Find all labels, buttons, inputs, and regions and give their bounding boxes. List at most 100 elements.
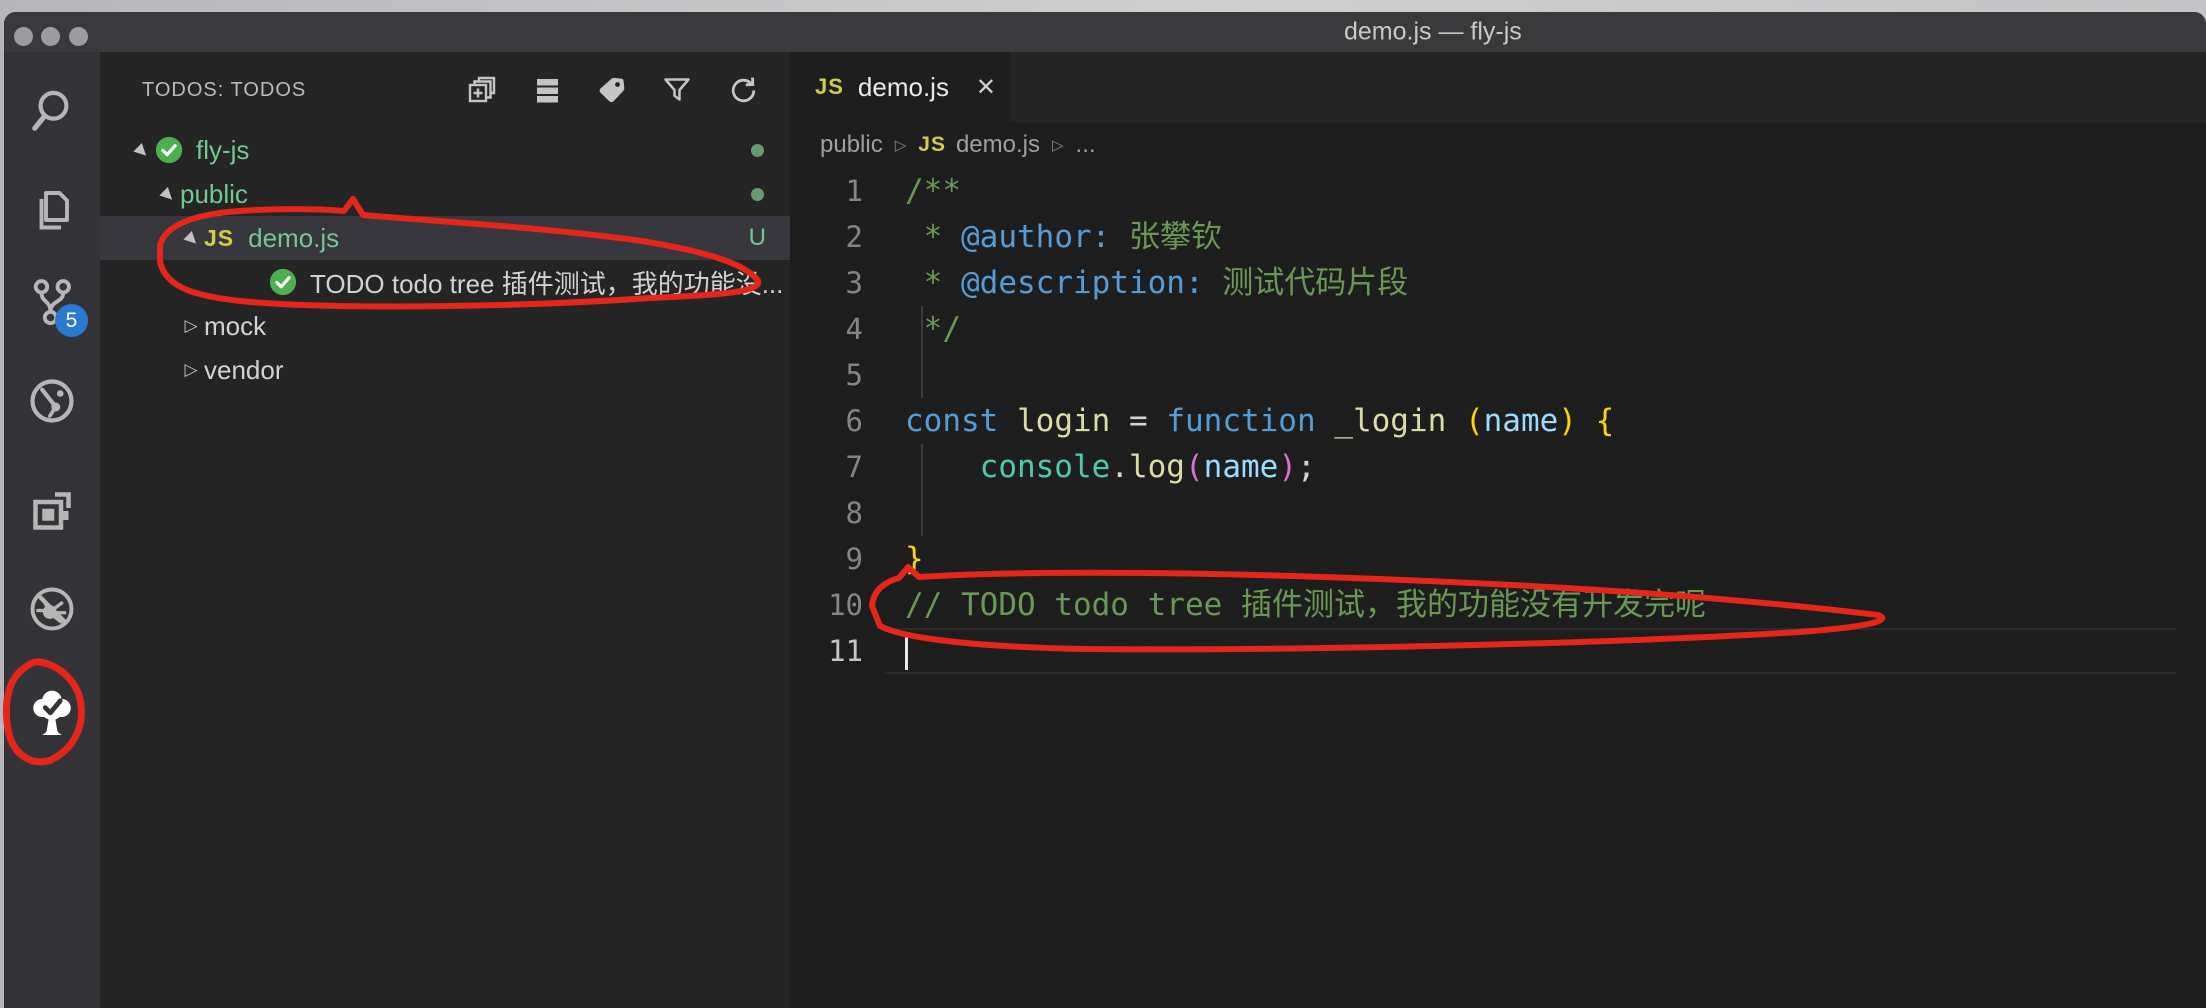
line-number: 4 xyxy=(845,312,863,346)
breadcrumb-separator-icon: ▷ xyxy=(894,137,907,154)
token-cls: console xyxy=(979,449,1111,485)
code-line-text: * @author: 张攀钦 xyxy=(885,214,2206,260)
window-title: demo.js — fly-js xyxy=(1344,17,1522,46)
sidebar-header: TODOS: TODOS xyxy=(100,52,790,128)
token-b1: ( xyxy=(1464,403,1484,439)
activity-item-search[interactable] xyxy=(4,83,100,139)
bug-disabled-icon xyxy=(28,585,76,633)
code-line-text xyxy=(885,628,2176,674)
code-line-9[interactable]: 9} xyxy=(790,536,2206,582)
code-line-7[interactable]: 7 console.log(name); xyxy=(790,444,2206,490)
code-line-11[interactable]: 11 xyxy=(790,628,2206,674)
chevron-collapsed-icon[interactable]: ▷ xyxy=(178,316,204,336)
activity-item-debug[interactable] xyxy=(4,373,100,429)
code-line-text xyxy=(885,490,2206,536)
activity-item-explorer[interactable] xyxy=(4,183,100,239)
explorer-icon xyxy=(28,187,76,235)
code-line-3[interactable]: 3 * @description: 测试代码片段 xyxy=(790,260,2206,306)
token-comment: // TODO todo tree 插件测试，我的功能没有开发完呢 xyxy=(905,587,1706,623)
tree-row-fly-js[interactable]: ▾ fly-js xyxy=(100,128,790,172)
tree-row-label: demo.js xyxy=(248,222,340,253)
tree-row-mock[interactable]: ▷ mock xyxy=(100,304,790,348)
token-keyword: const xyxy=(905,403,999,439)
close-window-button[interactable] xyxy=(14,27,33,46)
tags-button[interactable] xyxy=(596,74,628,106)
token-comment: 测试代码片段 xyxy=(1203,265,1409,301)
todo-tree-view: ▾ fly-js ▾ public ▾ JS demo.js U TODO todo tree … xyxy=(100,128,790,392)
line-number: 3 xyxy=(845,266,863,300)
vscode-window: demo.js — fly-js 5 TODOS: TODOS ▾ fly-js ▾… xyxy=(4,12,2206,1008)
code-line-1[interactable]: 1 /** xyxy=(790,168,2206,214)
line-number: 11 xyxy=(828,634,863,668)
token-punct xyxy=(1316,403,1335,439)
breadcrumb: public ▷ JS demo.js ▷... xyxy=(790,122,2206,168)
line-number: 5 xyxy=(845,358,863,392)
code-line-text: /** xyxy=(885,168,2206,214)
tree-row-vendor[interactable]: ▷ vendor xyxy=(100,348,790,392)
breadcrumb-item-demo.js[interactable]: JS demo.js xyxy=(918,131,1040,159)
token-var: name xyxy=(1483,403,1559,439)
breadcrumb-label: public xyxy=(820,131,883,158)
token-b2: ( xyxy=(1184,449,1204,485)
debug-icon xyxy=(28,377,76,425)
activity-item-extensions[interactable] xyxy=(4,483,100,539)
code-line-2[interactable]: 2 * @author: 张攀钦 xyxy=(790,214,2206,260)
tab-demo.js[interactable]: JS demo.js ✕ xyxy=(790,52,1010,122)
tree-row-label: vendor xyxy=(204,354,284,385)
activity-item-todo-tree[interactable] xyxy=(4,683,100,739)
todo-check-icon xyxy=(268,267,298,297)
scm-badge: 5 xyxy=(55,304,88,337)
refresh-button[interactable] xyxy=(726,74,758,106)
line-number: 1 xyxy=(845,174,863,208)
token-func: _login xyxy=(1334,403,1447,439)
git-modified-dot xyxy=(751,187,764,201)
breadcrumb-separator-icon: ▷ xyxy=(1052,137,1064,154)
js-file-icon: JS xyxy=(815,74,844,99)
token-comment: */ xyxy=(905,311,961,347)
token-punct: = xyxy=(1110,403,1167,439)
title-bar: demo.js — fly-js xyxy=(4,12,2206,52)
token-b1: } xyxy=(905,541,924,577)
minimize-window-button[interactable] xyxy=(41,27,60,46)
line-number: 10 xyxy=(828,588,863,622)
code-line-text: } xyxy=(885,536,2206,582)
code-line-8[interactable]: 8 xyxy=(790,490,2206,536)
code-editor[interactable]: 1 /** 2 * @author: 张攀钦 3 * @description: 测试… xyxy=(790,168,2206,1008)
token-comment: /** xyxy=(905,173,961,209)
tags-icon xyxy=(596,77,628,110)
activity-item-bug-disabled[interactable] xyxy=(4,581,100,637)
code-line-6[interactable]: 6 const login = function _login (name) { xyxy=(790,398,2206,444)
tree-row-public[interactable]: ▾ public xyxy=(100,172,790,216)
close-tab-icon[interactable]: ✕ xyxy=(976,73,996,102)
breadcrumb-label: demo.js xyxy=(955,131,1040,158)
tree-row-todo-todo-tree-...[interactable]: TODO todo tree 插件测试，我的功能没... xyxy=(100,260,790,304)
todo-tree-icon xyxy=(28,687,76,735)
token-b1: { xyxy=(1595,403,1615,439)
chevron-collapsed-icon[interactable]: ▷ xyxy=(178,360,204,380)
zoom-window-button[interactable] xyxy=(69,27,88,46)
code-line-text: const login = function _login (name) { xyxy=(885,398,2206,444)
token-comment: * xyxy=(905,265,961,301)
tree-row-label: TODO todo tree 插件测试，我的功能没... xyxy=(310,268,784,299)
code-line-10[interactable]: 10 // TODO todo tree 插件测试，我的功能没有开发完呢 xyxy=(790,582,2206,628)
flat-view-button[interactable] xyxy=(531,74,563,106)
code-line-5[interactable]: 5 xyxy=(790,352,2206,398)
tree-row-label: public xyxy=(180,178,248,209)
token-keyword: @author: xyxy=(961,219,1111,255)
expand-all-button[interactable] xyxy=(466,74,498,106)
code-line-4[interactable]: 4 */ xyxy=(790,306,2206,352)
token-func: log xyxy=(1128,449,1185,485)
filter-button[interactable] xyxy=(661,74,693,106)
activity-item-source-control[interactable]: 5 xyxy=(4,273,100,337)
tab-title: demo.js xyxy=(857,71,949,102)
token-punct xyxy=(1446,403,1465,439)
token-comment: * xyxy=(905,219,961,255)
tree-row-demo.js[interactable]: ▾ JS demo.js U xyxy=(100,216,790,260)
breadcrumb-item-...[interactable]: ... xyxy=(1076,131,1096,159)
token-punct: . xyxy=(1110,449,1129,485)
git-modified-dot xyxy=(751,143,764,157)
breadcrumb-item-public[interactable]: public xyxy=(820,131,883,159)
expand-all-icon xyxy=(466,76,498,110)
sidebar-todo-tree-panel: TODOS: TODOS ▾ fly-js ▾ public ▾ JS demo.js U TO… xyxy=(100,52,790,1008)
token-b2: ) xyxy=(1278,449,1297,485)
